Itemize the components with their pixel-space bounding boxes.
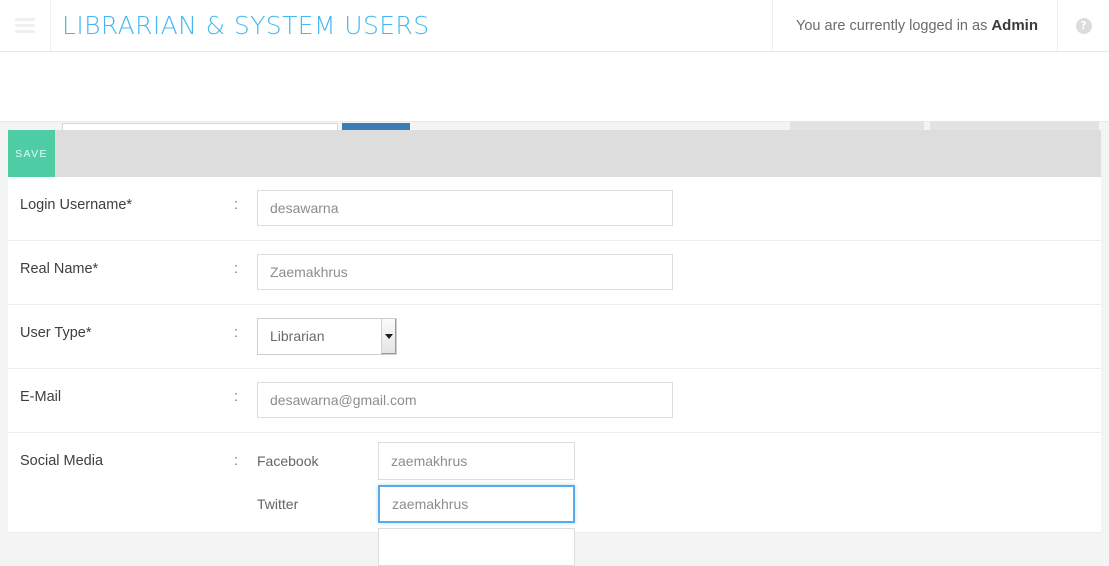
save-button[interactable]: SAVE [8,130,55,177]
facebook-input[interactable] [378,442,575,480]
form-row-user-type: User Type* : Librarian [8,305,1101,369]
logged-in-label: You are currently logged in as [796,17,988,34]
row-colon: : [234,325,239,341]
form-row-real-name: Real Name* : [8,241,1101,305]
form-row-login-username: Login Username* : [8,177,1101,241]
hamburger-icon [15,15,35,36]
search-bar: Search : SEARCH ♟ USER LIST ✚ ADD NEW US… [0,52,1109,160]
login-username-input[interactable] [257,190,673,226]
menu-toggle-button[interactable] [0,0,51,51]
form-row-social-media: Social Media : Facebook Twitter [8,433,1101,566]
email-label: E-Mail [20,389,62,405]
form-toolbar: SAVE [8,130,1101,177]
user-form-panel: SAVE Login Username* : Real Name* : User… [8,130,1101,566]
user-type-select[interactable]: Librarian [257,318,397,355]
row-colon: : [234,389,239,405]
real-name-label: Real Name* [20,261,99,277]
social-input-next[interactable] [378,528,575,566]
user-type-label: User Type* [20,325,92,341]
social-media-label: Social Media [20,453,104,469]
top-header: LIBRARIAN & SYSTEM USERS You are current… [0,0,1109,52]
form-row-email: E-Mail : [8,369,1101,433]
row-colon: : [234,197,239,213]
twitter-input[interactable] [378,485,575,523]
row-colon: : [234,261,239,277]
twitter-label: Twitter [257,496,299,512]
email-input[interactable] [257,382,673,418]
brand: LIBRARIAN & SYSTEM USERS [51,0,774,51]
page-title: LIBRARIAN & SYSTEM USERS [62,11,430,40]
facebook-label: Facebook [257,453,319,469]
help-icon: ? [1075,17,1092,34]
logged-in-username: Admin [991,17,1038,34]
real-name-input[interactable] [257,254,673,290]
row-colon: : [234,453,239,469]
help-button[interactable]: ? [1058,0,1109,51]
login-username-label: Login Username* [20,197,133,213]
logged-in-status: You are currently logged in as Admin [773,0,1058,51]
